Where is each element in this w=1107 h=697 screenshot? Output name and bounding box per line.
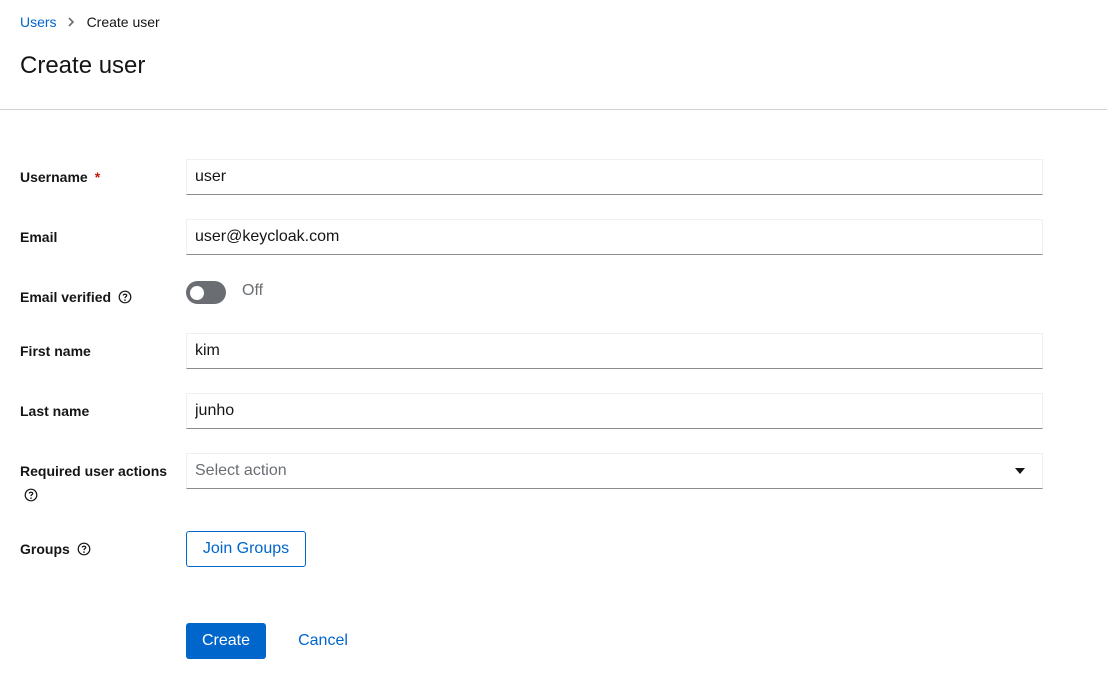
username-label: Username * bbox=[20, 169, 100, 185]
help-icon[interactable] bbox=[118, 290, 132, 304]
breadcrumb: Users Create user bbox=[20, 14, 160, 30]
required-marker: * bbox=[94, 169, 101, 185]
email-verified-state: Off bbox=[242, 282, 264, 299]
email-verified-toggle[interactable] bbox=[186, 281, 226, 304]
first-name-label: First name bbox=[20, 343, 91, 359]
username-input[interactable] bbox=[186, 159, 1043, 195]
help-icon[interactable] bbox=[24, 488, 38, 502]
page-title: Create user bbox=[20, 52, 146, 79]
chevron-right-icon bbox=[67, 17, 75, 27]
email-verified-label: Email verified bbox=[20, 289, 132, 305]
required-actions-label-text: Required user actions bbox=[20, 463, 168, 479]
create-button[interactable]: Create bbox=[186, 623, 266, 659]
header-divider bbox=[0, 109, 1107, 110]
required-actions-label: Required user actions bbox=[20, 463, 167, 479]
select-placeholder: Select action bbox=[195, 462, 287, 479]
join-groups-button[interactable]: Join Groups bbox=[186, 531, 306, 567]
cancel-button[interactable]: Cancel bbox=[282, 623, 364, 659]
caret-down-icon bbox=[1014, 462, 1026, 480]
breadcrumb-users-link[interactable]: Users bbox=[20, 14, 57, 30]
first-name-label-text: First name bbox=[20, 343, 91, 359]
last-name-label: Last name bbox=[20, 403, 89, 419]
first-name-input[interactable] bbox=[186, 333, 1043, 369]
username-label-text: Username bbox=[20, 169, 88, 185]
help-icon[interactable] bbox=[77, 542, 91, 556]
toggle-knob bbox=[190, 286, 204, 300]
last-name-label-text: Last name bbox=[20, 403, 90, 419]
email-label-text: Email bbox=[20, 229, 58, 245]
email-label: Email bbox=[20, 229, 57, 245]
breadcrumb-current: Create user bbox=[86, 14, 160, 30]
groups-label: Groups bbox=[20, 541, 91, 557]
last-name-input[interactable] bbox=[186, 393, 1043, 429]
required-actions-select[interactable]: Select action bbox=[186, 453, 1043, 489]
email-verified-label-text: Email verified bbox=[20, 289, 112, 305]
email-input[interactable] bbox=[186, 219, 1043, 255]
groups-label-text: Groups bbox=[20, 541, 70, 557]
